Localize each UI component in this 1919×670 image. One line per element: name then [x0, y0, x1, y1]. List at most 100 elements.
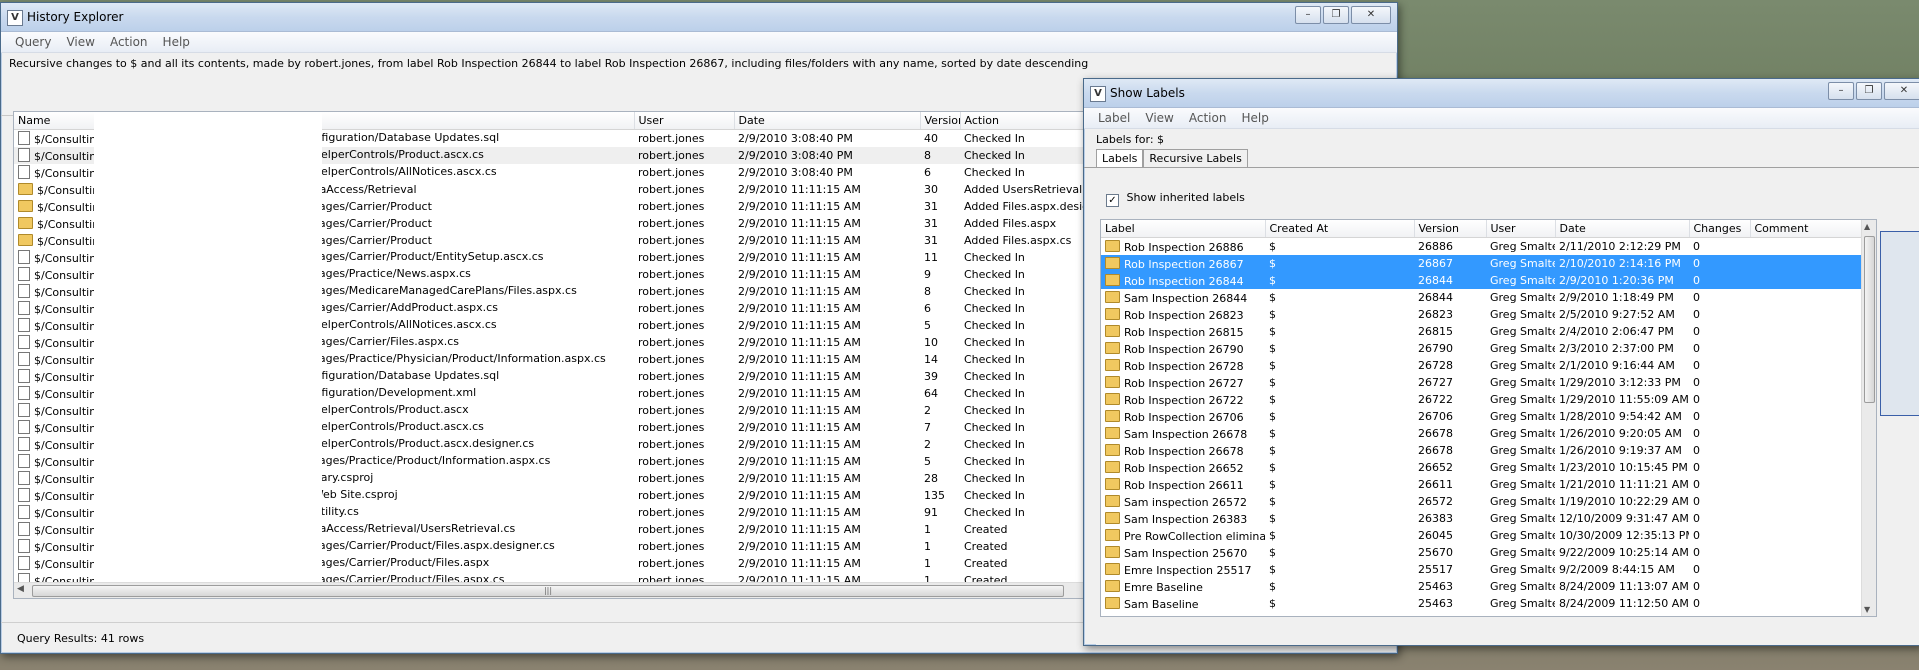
table-row[interactable]: Rob Inspection 26722 $26722 Greg Smalter 1/… [1101, 391, 1861, 408]
column-header-version[interactable]: Version [920, 112, 961, 130]
vertical-scrollbar[interactable]: ▲ ▼ [1861, 220, 1876, 616]
cell-action: Checked In [964, 438, 1025, 451]
cell-user: robert.jones [638, 421, 705, 434]
column-header-created-at[interactable]: Created At [1265, 220, 1415, 238]
table-row[interactable]: Rob Inspection 26790 $26790 Greg Smalter 2/… [1101, 340, 1861, 357]
column-header-date[interactable]: Date [734, 112, 921, 130]
cell-version: 25517 [1418, 563, 1453, 576]
cell-comment [1750, 425, 1861, 442]
table-row[interactable]: Rob Inspection 26728 $26728 Greg Smalter 2/… [1101, 357, 1861, 374]
minimize-button[interactable]: – [1295, 6, 1321, 24]
menu-action[interactable]: Action [102, 35, 155, 49]
table-row[interactable]: Sam Inspection 26678 $26678 Greg Smalter 1/… [1101, 425, 1861, 442]
cell-date: 2/9/2010 11:11:15 AM [738, 421, 861, 434]
table-row[interactable]: Rob Inspection 26886 $26886 Greg Smalter 2/… [1101, 238, 1861, 256]
scroll-down-arrow-icon[interactable]: ▼ [1864, 605, 1870, 614]
table-row[interactable]: Rob Inspection 26678 $26678 Greg Smalter 1/… [1101, 442, 1861, 459]
table-row[interactable]: Rob Inspection 26611 $26611 Greg Smalter 1/… [1101, 476, 1861, 493]
menu-view[interactable]: View [1137, 111, 1180, 125]
table-row[interactable]: Rob Inspection 26727 $26727 Greg Smalter 1/… [1101, 374, 1861, 391]
tab-recursive-labels[interactable]: Recursive Labels [1143, 149, 1248, 167]
file-icon [18, 505, 30, 519]
cell-comment [1750, 391, 1861, 408]
column-header-user[interactable]: User [1486, 220, 1556, 238]
show-inherited-checkbox[interactable]: ✓ [1106, 194, 1119, 207]
table-row[interactable]: Pre RowCollection elimination $26045 Greg … [1101, 527, 1861, 544]
column-header-user[interactable]: User [634, 112, 735, 130]
table-row[interactable]: Rob Inspection 26815 $26815 Greg Smalter 2/… [1101, 323, 1861, 340]
cell-version: 26383 [1418, 512, 1453, 525]
table-row[interactable]: Rob Inspection 26867 $26867Greg Smalter2/… [1101, 255, 1861, 272]
maximize-button[interactable]: ❐ [1323, 6, 1349, 24]
cell-version: 26815 [1418, 325, 1453, 338]
cell-comment [1750, 374, 1861, 391]
window-title: Show Labels [1110, 86, 1185, 100]
cell-date: 2/9/2010 3:08:40 PM [738, 132, 853, 145]
table-row[interactable]: Rob Inspection 26823 $26823 Greg Smalter 2/… [1101, 306, 1861, 323]
column-header-version[interactable]: Version [1414, 220, 1487, 238]
table-row[interactable]: Rob Inspection 26652 $26652 Greg Smalter 1/… [1101, 459, 1861, 476]
column-header-date[interactable]: Date [1555, 220, 1690, 238]
table-row[interactable]: Sam Inspection 26844 $26844 Greg Smalter 2/… [1101, 289, 1861, 306]
menu-query[interactable]: Query [7, 35, 58, 49]
cell-user: robert.jones [638, 404, 705, 417]
column-header-label[interactable]: Label [1101, 220, 1266, 238]
cell-user: robert.jones [638, 557, 705, 570]
folder-icon [1105, 239, 1120, 252]
cell-user: Greg Smalter [1490, 529, 1555, 542]
menu-action[interactable]: Action [1181, 111, 1234, 125]
labels-titlebar[interactable]: V Show Labels – ❐ ✕ [1084, 79, 1919, 108]
file-icon [18, 165, 30, 179]
cell-changes: 0 [1693, 376, 1700, 389]
cell-user: robert.jones [638, 506, 705, 519]
label-text: Sam Inspection 26383 [1124, 512, 1248, 526]
cell-action: Added Files.aspx [964, 217, 1057, 230]
cell-date: 2/10/2010 2:14:16 PM [1555, 255, 1689, 272]
table-row[interactable]: Sam Inspection 25670 $25670 Greg Smalter 9/… [1101, 544, 1861, 561]
table-row[interactable]: Sam inspection 26572 $26572 Greg Smalter 1/… [1101, 493, 1861, 510]
cell-user: robert.jones [638, 132, 705, 145]
cell-changes: 0 [1693, 563, 1700, 576]
menu-label[interactable]: Label [1090, 111, 1137, 125]
history-titlebar[interactable]: V History Explorer – ❐ ✕ [1, 3, 1397, 32]
cell-date: 2/9/2010 11:11:15 AM [738, 387, 861, 400]
label-text: Rob Inspection 26815 [1124, 325, 1244, 339]
cell-user: robert.jones [638, 370, 705, 383]
table-row[interactable]: Rob Inspection 26844 $26844Greg Smalter2/… [1101, 272, 1861, 289]
label-text: Rob Inspection 26706 [1124, 410, 1244, 424]
column-header-comment[interactable]: Comment [1750, 220, 1862, 238]
cell-version: 9 [924, 268, 931, 281]
close-button[interactable]: ✕ [1351, 6, 1391, 24]
menu-help[interactable]: Help [155, 35, 197, 49]
cell-comment [1750, 238, 1861, 256]
scroll-up-arrow-icon[interactable]: ▲ [1864, 222, 1870, 231]
minimize-button[interactable]: – [1828, 82, 1854, 100]
tab-strip: Labels Recursive Labels [1084, 149, 1919, 168]
column-header-changes[interactable]: Changes [1689, 220, 1751, 238]
cell-changes: 0 [1693, 325, 1700, 338]
scroll-left-arrow-icon[interactable]: ◀ [17, 584, 24, 594]
table-row[interactable]: Emre Inspection 25517 $25517 Greg Smalter 9… [1101, 561, 1861, 578]
cell-date: 2/9/2010 11:11:15 AM [738, 319, 861, 332]
cell-created-at: $ [1269, 512, 1276, 525]
horizontal-scrollbar[interactable]: ◀ ||| [14, 582, 1084, 598]
table-row[interactable]: Emre Baseline $25463 Greg Smalter 8/24/2009… [1101, 578, 1861, 595]
folder-icon [1105, 324, 1120, 337]
tab-labels[interactable]: Labels [1096, 149, 1144, 167]
cell-label: Sam Inspection 26844 [1101, 289, 1265, 306]
table-row[interactable]: Rob Inspection 26706 $26706 Greg Smalter 1/… [1101, 408, 1861, 425]
scroll-thumb[interactable]: ||| [32, 585, 1064, 597]
folder-icon [1105, 358, 1120, 371]
close-button[interactable]: ✕ [1884, 82, 1919, 100]
maximize-button[interactable]: ❐ [1856, 82, 1882, 100]
cell-date: 1/29/2010 11:55:09 AM [1559, 393, 1689, 406]
column-header-action[interactable]: Action [960, 112, 1084, 130]
label-text: Rob Inspection 26867 [1124, 257, 1244, 271]
menu-view[interactable]: View [58, 35, 101, 49]
menu-help[interactable]: Help [1233, 111, 1275, 125]
folder-icon [1105, 392, 1120, 405]
cell-label: Rob Inspection 26727 [1101, 374, 1265, 391]
table-row[interactable]: Sam Inspection 26383 $26383 Greg Smalter 12… [1101, 510, 1861, 527]
scroll-thumb[interactable] [1864, 236, 1875, 403]
table-row[interactable]: Sam Baseline $25463 Greg Smalter 8/24/2009 … [1101, 595, 1861, 612]
